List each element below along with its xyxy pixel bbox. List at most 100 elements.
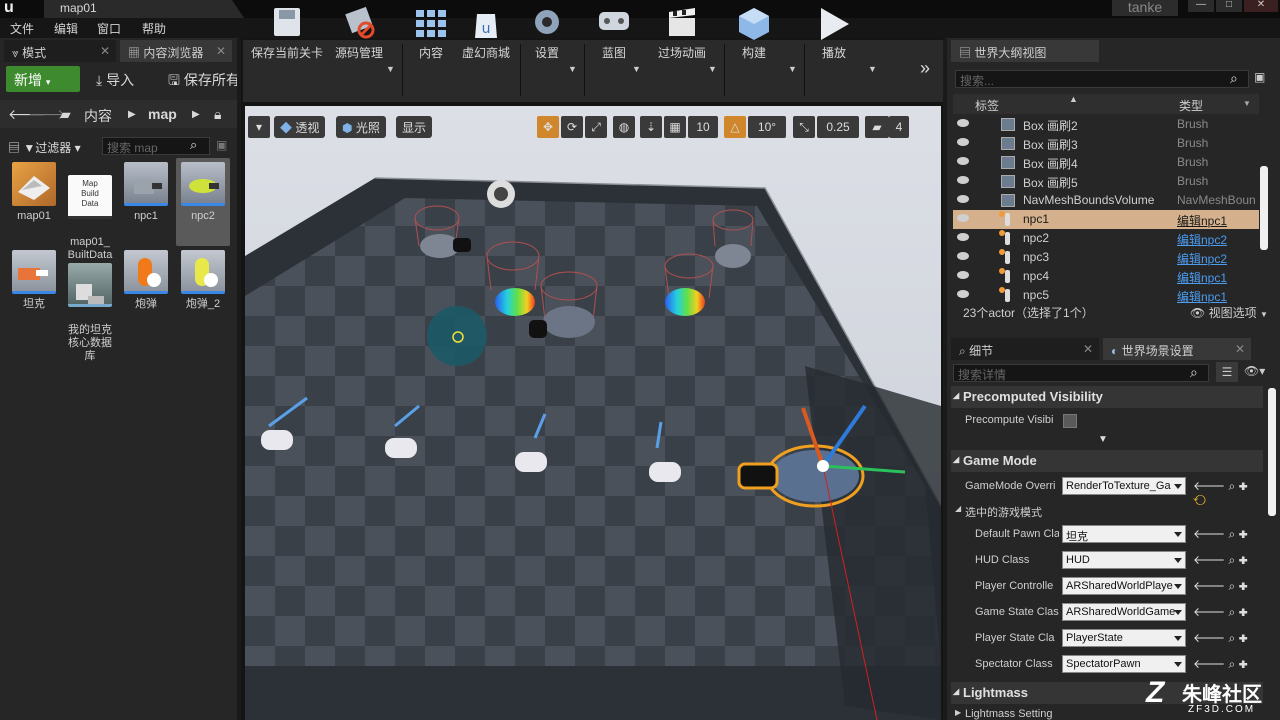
- close-icon[interactable]: ✕: [216, 44, 226, 58]
- expand-advanced-icon[interactable]: ▼: [1098, 434, 1108, 445]
- lock-icon[interactable]: 🔒︎: [214, 106, 221, 123]
- chevron-down-icon[interactable]: ▼: [868, 64, 877, 74]
- details-search-input[interactable]: 搜索详情: [953, 364, 1209, 382]
- marketplace-button[interactable]: u 虚幻商城: [458, 4, 514, 61]
- visibility-eye-icon[interactable]: [957, 138, 969, 146]
- asset-tile-npc1[interactable]: npc1: [120, 162, 172, 223]
- asset-tile-shell-2[interactable]: 炮弹_2: [177, 250, 229, 311]
- close-window-button[interactable]: ✕: [1244, 0, 1278, 12]
- outliner-row[interactable]: npc5 编辑npc1: [953, 286, 1259, 305]
- outliner-row[interactable]: Box 画刷5 Brush: [953, 172, 1259, 191]
- menu-window[interactable]: 窗口: [97, 20, 121, 37]
- visibility-eye-icon[interactable]: [957, 119, 969, 127]
- chevron-down-icon[interactable]: ▼: [788, 64, 797, 74]
- translate-mode-icon[interactable]: ✥: [537, 116, 559, 138]
- tab-content-browser[interactable]: ▦ 内容浏览器 ✕: [120, 40, 232, 62]
- settings-button[interactable]: 设置: [524, 4, 570, 61]
- visibility-eye-icon[interactable]: [957, 271, 969, 279]
- world-space-icon[interactable]: ◍: [613, 116, 635, 138]
- outliner-row[interactable]: npc4 编辑npc1: [953, 267, 1259, 286]
- outliner-search-input[interactable]: 搜索...: [955, 70, 1249, 88]
- visibility-eye-icon[interactable]: [957, 195, 969, 203]
- asset-tile-tank[interactable]: 坦克: [8, 250, 60, 311]
- menu-help[interactable]: 帮助: [142, 20, 166, 37]
- chevron-down-icon[interactable]: ▼: [708, 64, 717, 74]
- outliner-row[interactable]: npc2 编辑npc2: [953, 229, 1259, 248]
- edit-blueprint-link[interactable]: 编辑npc1: [1177, 288, 1227, 305]
- cinematics-button[interactable]: 过场动画: [654, 4, 710, 61]
- source-control-button[interactable]: 源码管理: [328, 4, 390, 61]
- asset-tile-map01[interactable]: map01: [8, 162, 60, 223]
- visibility-eye-icon[interactable]: [957, 252, 969, 260]
- menu-edit[interactable]: 编辑: [54, 20, 78, 37]
- asset-picker-icons[interactable]: 🡐 ⌕ ✚: [1193, 630, 1248, 646]
- search-icon[interactable]: ⌕: [190, 137, 197, 153]
- class-dropdown[interactable]: PlayerState: [1062, 629, 1186, 647]
- chevron-down-icon[interactable]: ▼: [632, 64, 641, 74]
- save-all-button[interactable]: 🖫 保存所有: [168, 70, 237, 94]
- category-precomputed-visibility[interactable]: ◢ Precomputed Visibility: [951, 386, 1263, 408]
- content-button[interactable]: 内容: [408, 4, 454, 61]
- scale-snap-value[interactable]: 0.25: [817, 116, 859, 138]
- edit-blueprint-link[interactable]: 编辑npc2: [1177, 250, 1227, 267]
- gamemode-override-dropdown[interactable]: RenderToTexture_Ga: [1062, 477, 1186, 495]
- menu-file[interactable]: 文件: [10, 20, 34, 37]
- visibility-filter-icon[interactable]: 👁︎▾: [1244, 364, 1265, 378]
- outliner-row[interactable]: NavMeshBoundsVolume NavMeshBoun: [953, 191, 1259, 210]
- level-tab[interactable]: map01: [44, 0, 244, 18]
- asset-tile-tank-data[interactable]: 我的坦克 核心数据 库: [64, 250, 116, 363]
- build-button[interactable]: 构建: [730, 4, 778, 61]
- perspective-button[interactable]: ◆ 透视: [274, 116, 326, 138]
- asset-picker-icons[interactable]: 🡐 ⌕ ✚: [1193, 526, 1248, 542]
- precompute-checkbox[interactable]: [1063, 414, 1077, 428]
- column-label-header[interactable]: 标签: [975, 97, 999, 114]
- outliner-row[interactable]: npc1 编辑npc1: [953, 210, 1259, 229]
- outliner-row[interactable]: Box 画刷2 Brush: [953, 115, 1259, 134]
- sources-toggle-icon[interactable]: ▤: [8, 141, 20, 155]
- rotation-snap-value[interactable]: 10°: [748, 116, 786, 138]
- rotate-mode-icon[interactable]: ⟳: [561, 116, 583, 138]
- scale-snap-icon[interactable]: ⤡: [793, 116, 815, 138]
- scale-mode-icon[interactable]: ⤢: [585, 116, 607, 138]
- tab-world-settings[interactable]: ◐ 世界场景设置 ✕: [1103, 338, 1251, 360]
- close-icon[interactable]: ✕: [100, 44, 110, 58]
- outliner-scrollbar[interactable]: [1260, 166, 1268, 250]
- edit-blueprint-link[interactable]: 编辑npc1: [1177, 269, 1227, 286]
- class-dropdown[interactable]: ARSharedWorldGame: [1062, 603, 1186, 621]
- lit-mode-button[interactable]: ⬢ 光照: [336, 116, 386, 138]
- category-game-mode[interactable]: ◢ Game Mode: [951, 450, 1263, 472]
- tab-modes[interactable]: ⩔ 模式 ✕: [4, 40, 116, 62]
- column-type-header[interactable]: 类型: [1179, 97, 1203, 114]
- search-icon[interactable]: ⌕: [1230, 70, 1238, 87]
- visibility-eye-icon[interactable]: [957, 176, 969, 184]
- level-viewport[interactable]: [245, 106, 941, 720]
- chevron-down-icon[interactable]: ▼: [386, 64, 395, 74]
- save-search-icon[interactable]: ▣: [216, 138, 227, 152]
- selected-game-mode-group[interactable]: ◢ 选中的游戏模式: [951, 498, 1263, 520]
- close-icon[interactable]: ✕: [1235, 342, 1245, 356]
- property-matrix-icon[interactable]: ☰: [1216, 362, 1238, 382]
- class-dropdown[interactable]: SpectatorPawn: [1062, 655, 1186, 673]
- grid-snap-value[interactable]: 10: [688, 116, 718, 138]
- asset-tile-npc2[interactable]: npc2: [177, 162, 229, 223]
- play-button[interactable]: 播放: [808, 4, 860, 61]
- rotation-snap-icon[interactable]: △: [724, 116, 746, 138]
- surface-snap-icon[interactable]: ⇣: [640, 116, 662, 138]
- asset-picker-icons[interactable]: 🡐 ⌕ ✚: [1193, 552, 1248, 568]
- camera-speed-value[interactable]: 4: [889, 116, 909, 138]
- show-button[interactable]: 显示: [396, 116, 433, 138]
- asset-picker-icons[interactable]: 🡐 ⌕ ✚: [1193, 604, 1248, 620]
- breadcrumb-map[interactable]: map: [148, 106, 177, 122]
- breadcrumb-content[interactable]: 内容: [84, 106, 112, 126]
- add-new-button[interactable]: 新增 ▾: [6, 66, 80, 92]
- asset-picker-icons[interactable]: 🡐 ⌕ ✚: [1193, 578, 1248, 594]
- edit-blueprint-link[interactable]: 编辑npc2: [1177, 231, 1227, 248]
- outliner-row[interactable]: Box 画刷3 Brush: [953, 134, 1259, 153]
- save-level-button[interactable]: 保存当前关卡: [250, 4, 324, 61]
- toolbar-overflow-icon[interactable]: »: [920, 58, 930, 79]
- outliner-row[interactable]: Box 画刷4 Brush: [953, 153, 1259, 172]
- blueprints-button[interactable]: 蓝图: [590, 4, 638, 61]
- class-dropdown[interactable]: HUD: [1062, 551, 1186, 569]
- visibility-eye-icon[interactable]: [957, 290, 969, 298]
- asset-tile-builtdata[interactable]: Map Build Data map01_ BuiltData: [64, 162, 116, 262]
